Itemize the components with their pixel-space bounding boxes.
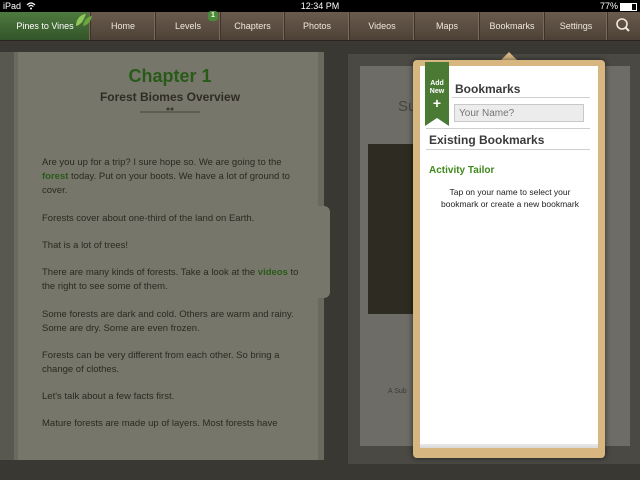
divider <box>426 128 590 129</box>
page-edge <box>0 52 14 460</box>
tab-levels[interactable]: Levels 1 <box>156 11 221 40</box>
ornament-icon <box>140 107 200 113</box>
paragraph-4: There are many kinds of forests. Take a … <box>42 267 299 292</box>
videos-link[interactable]: videos <box>258 267 288 278</box>
divider <box>426 149 590 150</box>
tab-settings-label: Settings <box>559 21 593 31</box>
search-button[interactable] <box>606 12 640 40</box>
search-icon <box>616 18 630 32</box>
tab-bookmarks[interactable]: Bookmarks <box>480 12 545 40</box>
chapter-title: Chapter 1 <box>128 66 212 86</box>
tab-photos[interactable]: Photos <box>285 12 350 40</box>
battery-percent: 77% <box>599 1 618 11</box>
tab-photos-label: Photos <box>302 21 332 31</box>
tab-bookmarks-label: Bookmarks <box>489 21 535 31</box>
clock: 12:34 PM <box>300 1 340 11</box>
media-caption: A Sub <box>388 388 407 395</box>
tab-chapters-label: Chapters <box>234 21 271 31</box>
paragraph-5: Some forests are dark and cold. Others a… <box>42 309 294 334</box>
levels-badge: 1 <box>208 11 218 21</box>
bookmark-instructions: Tap on your name to select your bookmark… <box>441 187 579 209</box>
add-new-label: Add New <box>429 80 445 95</box>
existing-bookmarks-heading: Existing Bookmarks <box>429 133 545 147</box>
name-input[interactable] <box>454 104 584 122</box>
paragraph-2: Forests cover about one-third of the lan… <box>42 213 255 224</box>
paragraph-1: Are you up for a trip? I sure hope so. W… <box>42 157 290 196</box>
tab-maps-label: Maps <box>435 21 458 31</box>
bookmark-user-item[interactable]: Activity Tailor <box>429 165 494 176</box>
top-nav: Pines to Vines Home Levels 1 Chapters Pho… <box>0 11 640 41</box>
bookmarks-heading: Bookmarks <box>455 82 521 96</box>
battery-icon <box>620 3 637 11</box>
chapter-subtitle: Forest Biomes Overview <box>99 90 241 104</box>
tab-videos-label: Videos <box>368 21 396 31</box>
divider <box>452 97 590 98</box>
paragraph-8: Mature forests are made up of layers. Mo… <box>42 418 278 429</box>
paragraph-3: That is a lot of trees! <box>42 240 129 251</box>
paragraph-6: Forests can be very different from each … <box>42 350 280 375</box>
forest-link[interactable]: forest <box>42 171 68 182</box>
leaf-logo-icon <box>76 14 92 26</box>
tab-chapters[interactable]: Chapters <box>221 12 285 40</box>
tab-settings[interactable]: Settings <box>545 12 608 40</box>
paragraph-7: Let's talk about a few facts first. <box>42 391 175 402</box>
tab-videos[interactable]: Videos <box>350 12 415 40</box>
plus-icon[interactable]: + <box>425 96 449 110</box>
status-bar: iPad 12:34 PM 77% <box>0 0 640 12</box>
tab-home[interactable]: Home <box>91 12 156 40</box>
brand-label: Pines to Vines <box>16 21 74 31</box>
page-tab[interactable] <box>316 206 330 298</box>
tab-home-label: Home <box>110 21 135 31</box>
tab-maps[interactable]: Maps <box>415 12 480 40</box>
tab-levels-label: Levels <box>174 21 201 31</box>
